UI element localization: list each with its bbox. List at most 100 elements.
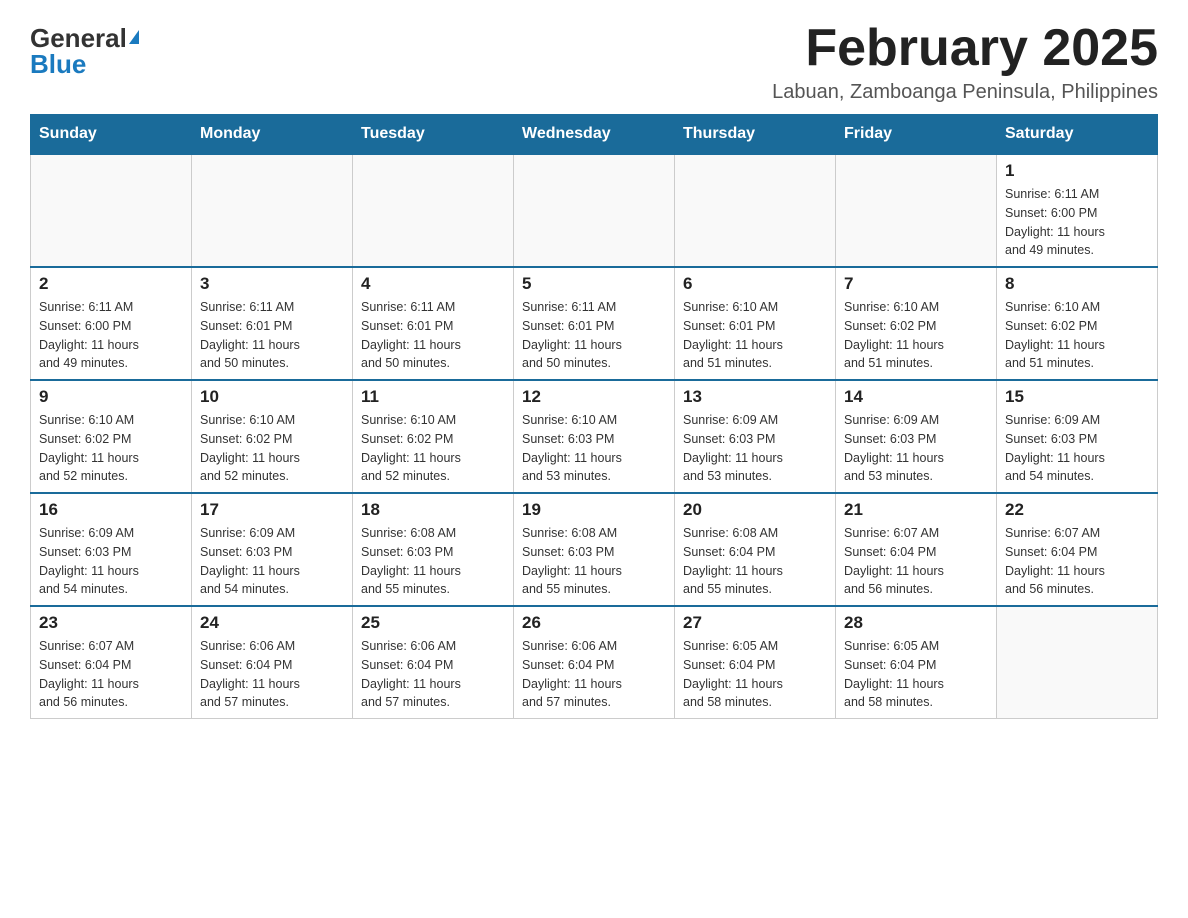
week-row-4: 16 Sunrise: 6:09 AM Sunset: 6:03 PM Dayli… — [31, 493, 1158, 606]
weekday-header-tuesday: Tuesday — [353, 115, 514, 155]
week-row-5: 23Sunrise: 6:07 AM Sunset: 6:04 PM Dayli… — [31, 606, 1158, 719]
day-number: 5 — [522, 274, 666, 294]
day-info: Sunrise: 6:05 AM Sunset: 6:04 PM Dayligh… — [683, 637, 827, 712]
day-info: Sunrise: 6:10 AM Sunset: 6:02 PM Dayligh… — [361, 411, 505, 486]
day-number: 19 — [522, 500, 666, 520]
calendar-cell: 26 Sunrise: 6:06 AM Sunset: 6:04 PM Dayli… — [514, 606, 675, 719]
day-info: Sunrise: 6:05 AM Sunset: 6:04 PM Dayligh… — [844, 637, 988, 712]
logo-general-text: General — [30, 25, 139, 51]
day-info: Sunrise: 6:07 AM Sunset: 6:04 PM Dayligh… — [844, 524, 988, 599]
calendar-cell — [192, 154, 353, 267]
day-number: 20 — [683, 500, 827, 520]
calendar-cell: 7 Sunrise: 6:10 AM Sunset: 6:02 PM Daylig… — [836, 267, 997, 380]
calendar-cell: 15 Sunrise: 6:09 AM Sunset: 6:03 PM Dayli… — [997, 380, 1158, 493]
day-number: 4 — [361, 274, 505, 294]
calendar-cell: 5Sunrise: 6:11 AM Sunset: 6:01 PM Daylig… — [514, 267, 675, 380]
calendar-cell: 14 Sunrise: 6:09 AM Sunset: 6:03 PM Dayli… — [836, 380, 997, 493]
day-info: Sunrise: 6:10 AM Sunset: 6:03 PM Dayligh… — [522, 411, 666, 486]
weekday-header-sunday: Sunday — [31, 115, 192, 155]
day-number: 3 — [200, 274, 344, 294]
week-row-1: 1Sunrise: 6:11 AM Sunset: 6:00 PM Daylig… — [31, 154, 1158, 267]
day-number: 26 — [522, 613, 666, 633]
calendar-cell: 8 Sunrise: 6:10 AM Sunset: 6:02 PM Daylig… — [997, 267, 1158, 380]
calendar-table: SundayMondayTuesdayWednesdayThursdayFrid… — [30, 114, 1158, 719]
calendar-cell: 11 Sunrise: 6:10 AM Sunset: 6:02 PM Dayli… — [353, 380, 514, 493]
day-number: 11 — [361, 387, 505, 407]
day-info: Sunrise: 6:08 AM Sunset: 6:04 PM Dayligh… — [683, 524, 827, 599]
calendar-cell: 9 Sunrise: 6:10 AM Sunset: 6:02 PM Daylig… — [31, 380, 192, 493]
day-number: 1 — [1005, 161, 1149, 181]
calendar-cell: 10 Sunrise: 6:10 AM Sunset: 6:02 PM Dayli… — [192, 380, 353, 493]
calendar-cell: 12 Sunrise: 6:10 AM Sunset: 6:03 PM Dayli… — [514, 380, 675, 493]
day-info: Sunrise: 6:10 AM Sunset: 6:02 PM Dayligh… — [200, 411, 344, 486]
day-number: 10 — [200, 387, 344, 407]
calendar-cell — [514, 154, 675, 267]
day-info: Sunrise: 6:09 AM Sunset: 6:03 PM Dayligh… — [1005, 411, 1149, 486]
day-info: Sunrise: 6:07 AM Sunset: 6:04 PM Dayligh… — [39, 637, 183, 712]
location-title: Labuan, Zamboanga Peninsula, Philippines — [772, 81, 1158, 104]
day-info: Sunrise: 6:11 AM Sunset: 6:01 PM Dayligh… — [200, 298, 344, 373]
day-info: Sunrise: 6:10 AM Sunset: 6:02 PM Dayligh… — [39, 411, 183, 486]
calendar-cell: 20 Sunrise: 6:08 AM Sunset: 6:04 PM Dayli… — [675, 493, 836, 606]
day-info: Sunrise: 6:06 AM Sunset: 6:04 PM Dayligh… — [361, 637, 505, 712]
day-number: 18 — [361, 500, 505, 520]
day-number: 27 — [683, 613, 827, 633]
week-row-3: 9 Sunrise: 6:10 AM Sunset: 6:02 PM Daylig… — [31, 380, 1158, 493]
day-info: Sunrise: 6:11 AM Sunset: 6:01 PM Dayligh… — [361, 298, 505, 373]
week-row-2: 2 Sunrise: 6:11 AM Sunset: 6:00 PM Daylig… — [31, 267, 1158, 380]
day-number: 15 — [1005, 387, 1149, 407]
calendar-cell: 22 Sunrise: 6:07 AM Sunset: 6:04 PM Dayli… — [997, 493, 1158, 606]
day-number: 28 — [844, 613, 988, 633]
weekday-header-wednesday: Wednesday — [514, 115, 675, 155]
calendar-cell: 28 Sunrise: 6:05 AM Sunset: 6:04 PM Dayli… — [836, 606, 997, 719]
day-number: 22 — [1005, 500, 1149, 520]
day-number: 17 — [200, 500, 344, 520]
weekday-header-monday: Monday — [192, 115, 353, 155]
calendar-cell: 25 Sunrise: 6:06 AM Sunset: 6:04 PM Dayli… — [353, 606, 514, 719]
calendar-cell — [997, 606, 1158, 719]
day-number: 12 — [522, 387, 666, 407]
day-number: 8 — [1005, 274, 1149, 294]
day-number: 9 — [39, 387, 183, 407]
weekday-header-thursday: Thursday — [675, 115, 836, 155]
calendar-cell: 19 Sunrise: 6:08 AM Sunset: 6:03 PM Dayli… — [514, 493, 675, 606]
calendar-cell: 6 Sunrise: 6:10 AM Sunset: 6:01 PM Daylig… — [675, 267, 836, 380]
weekday-header-friday: Friday — [836, 115, 997, 155]
calendar-cell: 23Sunrise: 6:07 AM Sunset: 6:04 PM Dayli… — [31, 606, 192, 719]
day-info: Sunrise: 6:08 AM Sunset: 6:03 PM Dayligh… — [522, 524, 666, 599]
calendar-cell — [353, 154, 514, 267]
calendar-cell — [836, 154, 997, 267]
calendar-cell — [31, 154, 192, 267]
day-number: 16 — [39, 500, 183, 520]
calendar-cell: 18 Sunrise: 6:08 AM Sunset: 6:03 PM Dayli… — [353, 493, 514, 606]
calendar-cell: 4 Sunrise: 6:11 AM Sunset: 6:01 PM Daylig… — [353, 267, 514, 380]
day-info: Sunrise: 6:10 AM Sunset: 6:02 PM Dayligh… — [844, 298, 988, 373]
day-number: 24 — [200, 613, 344, 633]
logo-triangle-icon — [129, 30, 139, 44]
day-number: 14 — [844, 387, 988, 407]
calendar-cell: 21Sunrise: 6:07 AM Sunset: 6:04 PM Dayli… — [836, 493, 997, 606]
day-number: 6 — [683, 274, 827, 294]
day-number: 25 — [361, 613, 505, 633]
logo-blue-text: Blue — [30, 51, 86, 77]
day-info: Sunrise: 6:06 AM Sunset: 6:04 PM Dayligh… — [522, 637, 666, 712]
day-info: Sunrise: 6:10 AM Sunset: 6:02 PM Dayligh… — [1005, 298, 1149, 373]
day-info: Sunrise: 6:09 AM Sunset: 6:03 PM Dayligh… — [200, 524, 344, 599]
day-info: Sunrise: 6:06 AM Sunset: 6:04 PM Dayligh… — [200, 637, 344, 712]
day-info: Sunrise: 6:09 AM Sunset: 6:03 PM Dayligh… — [844, 411, 988, 486]
weekday-header-row: SundayMondayTuesdayWednesdayThursdayFrid… — [31, 115, 1158, 155]
calendar-cell: 2 Sunrise: 6:11 AM Sunset: 6:00 PM Daylig… — [31, 267, 192, 380]
day-info: Sunrise: 6:10 AM Sunset: 6:01 PM Dayligh… — [683, 298, 827, 373]
calendar-cell: 13Sunrise: 6:09 AM Sunset: 6:03 PM Dayli… — [675, 380, 836, 493]
calendar-cell: 27 Sunrise: 6:05 AM Sunset: 6:04 PM Dayli… — [675, 606, 836, 719]
day-info: Sunrise: 6:11 AM Sunset: 6:00 PM Dayligh… — [39, 298, 183, 373]
day-number: 2 — [39, 274, 183, 294]
weekday-header-saturday: Saturday — [997, 115, 1158, 155]
day-number: 7 — [844, 274, 988, 294]
calendar-cell — [675, 154, 836, 267]
day-info: Sunrise: 6:07 AM Sunset: 6:04 PM Dayligh… — [1005, 524, 1149, 599]
calendar-cell: 17 Sunrise: 6:09 AM Sunset: 6:03 PM Dayli… — [192, 493, 353, 606]
day-info: Sunrise: 6:08 AM Sunset: 6:03 PM Dayligh… — [361, 524, 505, 599]
day-info: Sunrise: 6:09 AM Sunset: 6:03 PM Dayligh… — [39, 524, 183, 599]
header: General Blue February 2025 Labuan, Zambo… — [30, 20, 1158, 104]
